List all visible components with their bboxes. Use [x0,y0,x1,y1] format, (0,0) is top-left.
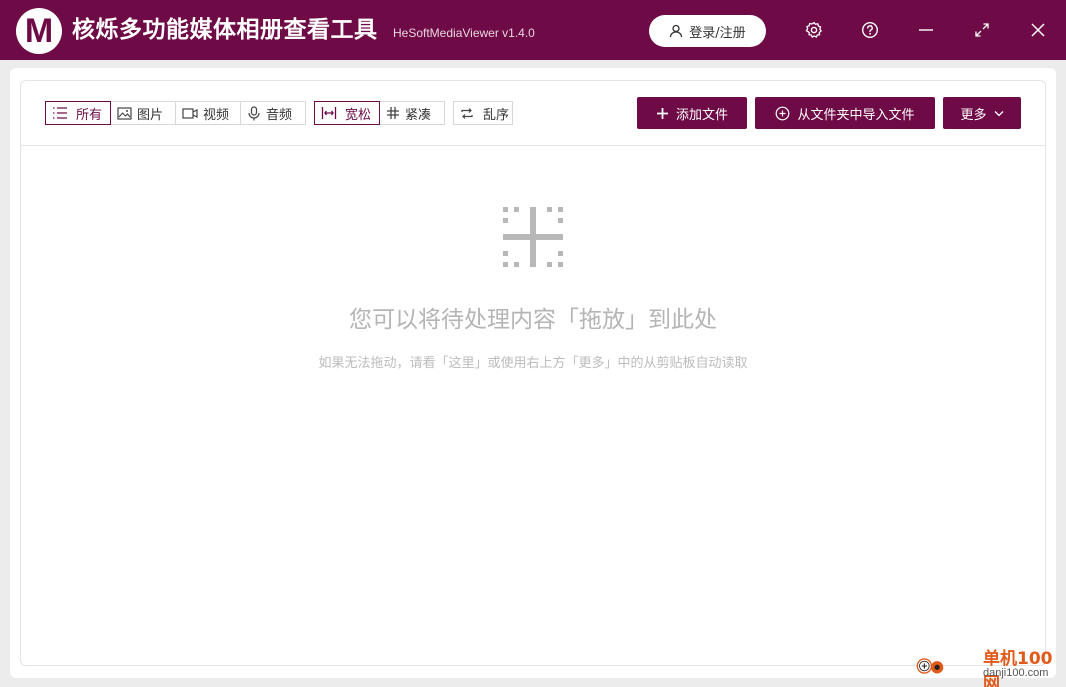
layout-loose[interactable]: 宽松 [314,101,380,125]
filter-all-label: 所有 [76,107,103,123]
minimize-icon [919,29,933,31]
minimize-button[interactable] [914,18,938,42]
image-icon [117,106,132,120]
filter-audio[interactable]: 音频 [241,101,306,125]
login-button[interactable]: 登录/注册 [649,15,766,47]
app-title: 核烁多功能媒体相册查看工具 [72,17,378,43]
filter-images-label: 图片 [137,107,164,123]
settings-button[interactable] [802,18,826,42]
app-logo: M [16,8,62,54]
maximize-button[interactable] [970,18,994,42]
spacing-icon [321,107,337,119]
more-label: 更多 [960,107,987,123]
close-icon [1031,23,1045,37]
chevron-down-icon [994,110,1003,116]
title-bar: M 核烁多功能媒体相册查看工具 HeSoftMediaViewer v1.4.0… [0,0,1066,60]
more-button[interactable]: 更多 [943,97,1021,129]
empty-state-hint: 如果无法拖动，请看「这里」或使用右上方「更多」中的从剪贴板自动读取 [318,356,748,371]
close-button[interactable] [1026,18,1050,42]
expand-icon [975,23,989,37]
watermark-site: danji100.com [983,667,1049,679]
filter-videos-label: 视频 [203,107,230,123]
user-icon [670,24,683,38]
layout-loose-label: 宽松 [345,107,372,123]
video-icon [182,107,198,119]
layout-compact-label: 紧凑 [405,107,432,123]
empty-state-title: 您可以将待处理内容「拖放」到此处 [349,307,717,333]
add-file-button[interactable]: 添加文件 [637,97,747,129]
layout-compact[interactable]: 紧凑 [380,101,445,125]
filter-audio-label: 音频 [266,107,293,123]
shuffle-icon [461,107,473,119]
grid-icon [387,107,399,119]
shuffle-label: 乱序 [483,107,510,123]
import-folder-button[interactable]: 从文件夹中导入文件 [755,97,935,129]
question-icon [861,21,879,39]
microphone-icon [248,105,260,120]
help-button[interactable] [858,18,882,42]
add-circle-icon [776,106,790,120]
filter-images[interactable]: 图片 [111,101,176,125]
watermark-name: 单机100网 [983,649,1053,687]
add-file-label: 添加文件 [675,107,728,123]
gear-icon [805,21,822,38]
filter-videos[interactable]: 视频 [176,101,241,125]
watermark-logo [916,658,944,674]
filter-all[interactable]: 所有 [45,101,111,125]
toolbar-divider [21,145,1045,146]
plus-icon [656,107,668,119]
list-icon [53,107,67,119]
login-label: 登录/注册 [689,25,746,41]
content-area[interactable] [20,80,1046,666]
shuffle-button[interactable]: 乱序 [453,101,513,125]
app-version: HeSoftMediaViewer v1.4.0 [393,26,535,40]
drop-zone-icon [503,207,563,267]
import-folder-label: 从文件夹中导入文件 [797,107,915,123]
